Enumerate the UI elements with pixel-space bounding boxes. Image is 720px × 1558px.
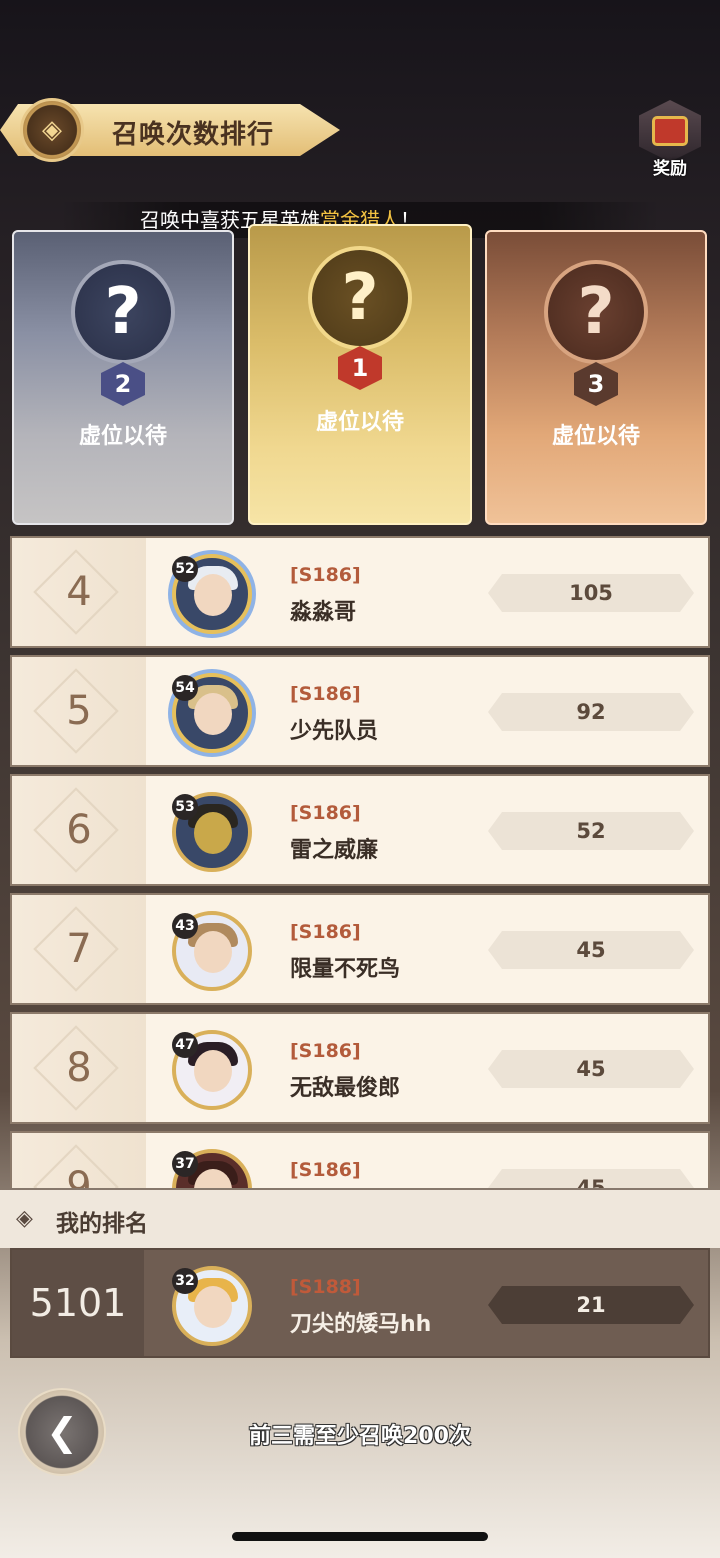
podium-card-1[interactable]: ? 1 虚位以待 [248, 224, 472, 525]
server-tag: [S186] [290, 802, 361, 824]
my-rank-row[interactable]: 5101 32 [S188] 刀尖的矮马hh 21 [10, 1248, 710, 1358]
player-name: 限量不死鸟 [290, 957, 401, 982]
ranking-row[interactable]: 7 43 [S186] 限量不死鸟 45 [10, 893, 710, 1005]
level-badge: 52 [172, 556, 198, 582]
podium-card-3[interactable]: ? 3 虚位以待 [485, 230, 707, 525]
level-badge: 54 [172, 675, 198, 701]
question-mark-icon: ? [544, 260, 648, 364]
my-rank-number: 5101 [29, 1281, 127, 1325]
summon-count: 52 [488, 812, 694, 850]
rank-number: 7 [66, 926, 92, 972]
diamond-bullet-icon: ◈ [16, 1206, 33, 1231]
server-tag: [S188] [290, 1276, 361, 1298]
summon-count: 45 [488, 1169, 694, 1188]
reward-frame [639, 100, 701, 162]
my-rank-header: ◈ 我的排名 [0, 1190, 720, 1248]
rank-number: 4 [66, 569, 92, 615]
ranking-list[interactable]: 4 52 [S186] 淼淼哥 105 5 54 [S186] 少先队员 92 … [0, 530, 720, 1188]
level-badge: 43 [172, 913, 198, 939]
page-title: 召唤次数排行 [112, 120, 275, 150]
rank-number: 5 [66, 688, 92, 734]
my-rank-title: 我的排名 [56, 1211, 148, 1237]
rank-number: 8 [66, 1045, 92, 1091]
ranking-row[interactable]: 4 52 [S186] 淼淼哥 105 [10, 536, 710, 648]
podium-2-label: 虚位以待 [78, 424, 167, 449]
summon-count: 105 [488, 574, 694, 612]
title-banner: ◈ 召唤次数排行 [0, 98, 345, 162]
rank-3-badge: 3 [574, 362, 618, 406]
podium-3-label: 虚位以待 [551, 424, 640, 449]
rank-1-badge: 1 [338, 346, 382, 390]
level-badge: 53 [172, 794, 198, 820]
player-name: 无敌最俊郎 [290, 1076, 401, 1101]
home-indicator[interactable] [232, 1532, 488, 1541]
level-badge: 37 [172, 1151, 198, 1177]
summon-count: 92 [488, 693, 694, 731]
ranking-row[interactable]: 6 53 [S186] 雷之威廉 52 [10, 774, 710, 886]
ranking-row[interactable]: 9 37 [S186] 45 [10, 1131, 710, 1188]
question-mark-icon: ? [71, 260, 175, 364]
server-tag: [S186] [290, 921, 361, 943]
treasure-chest-icon [652, 116, 688, 146]
ranking-emblem-icon: ◈ [20, 98, 84, 162]
rank-number: 9 [66, 1164, 92, 1188]
player-name: 淼淼哥 [290, 600, 357, 625]
reward-button[interactable]: 奖励 [634, 100, 706, 179]
server-tag: [S186] [290, 1159, 361, 1181]
podium-card-2[interactable]: ? 2 虚位以待 [12, 230, 234, 525]
reward-label: 奖励 [653, 159, 687, 179]
podium-1-label: 虚位以待 [315, 410, 404, 435]
rank-2-badge: 2 [101, 362, 145, 406]
summon-count: 45 [488, 1050, 694, 1088]
summon-count: 45 [488, 931, 694, 969]
question-mark-icon: ? [308, 246, 412, 350]
level-badge: 32 [172, 1268, 198, 1294]
level-badge: 47 [172, 1032, 198, 1058]
player-name: 少先队员 [290, 719, 379, 744]
server-tag: [S186] [290, 683, 361, 705]
player-name: 刀尖的矮马hh [290, 1312, 432, 1337]
ranking-row[interactable]: 8 47 [S186] 无敌最俊郎 45 [10, 1012, 710, 1124]
summon-count: 21 [488, 1286, 694, 1324]
ranking-row[interactable]: 5 54 [S186] 少先队员 92 [10, 655, 710, 767]
player-name: 雷之威廉 [290, 838, 379, 863]
rank-number: 6 [66, 807, 92, 853]
server-tag: [S186] [290, 1040, 361, 1062]
server-tag: [S186] [290, 564, 361, 586]
requirement-hint: 前三需至少召唤200次 [249, 1424, 471, 1449]
